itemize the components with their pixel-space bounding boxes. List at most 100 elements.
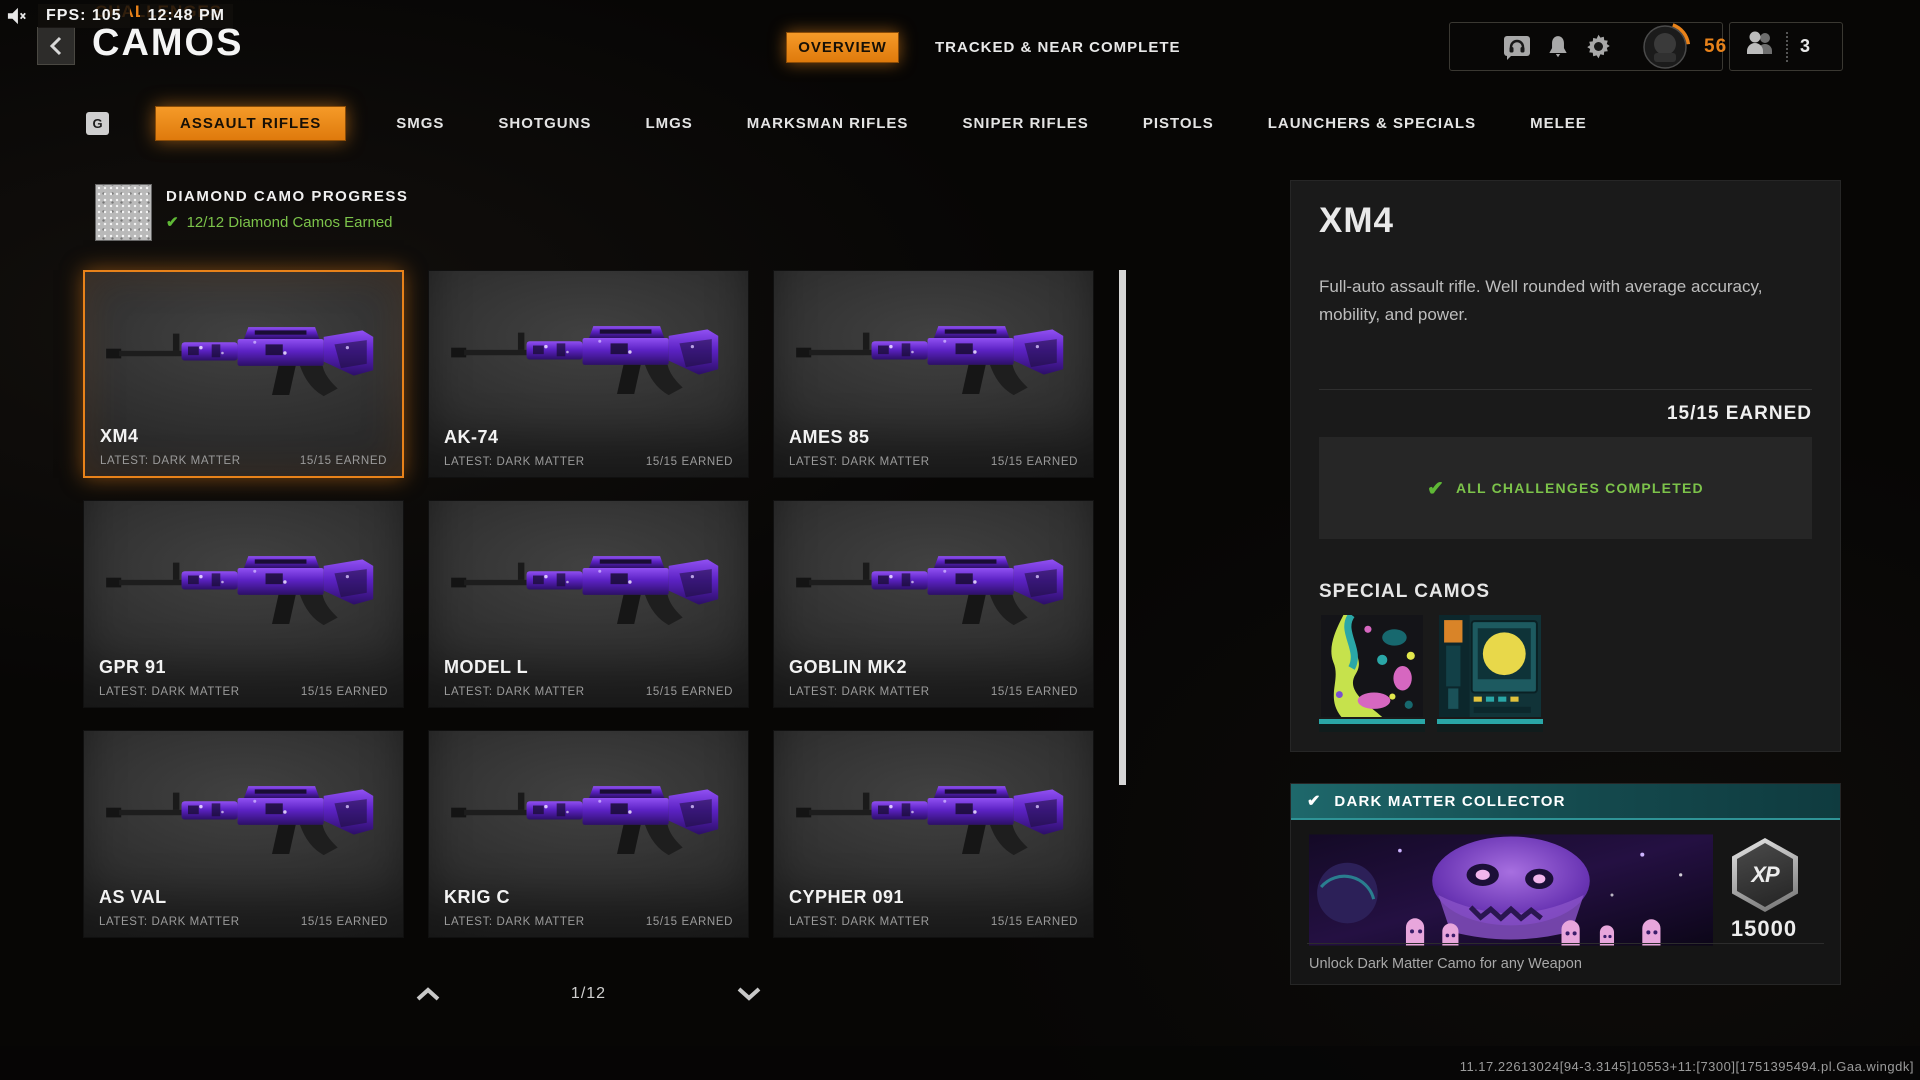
challenges-completed-banner: ✔ ALL CHALLENGES COMPLETED [1319, 437, 1812, 539]
weapon-image [450, 556, 718, 626]
earned-count: 15/15 EARNED [990, 916, 1078, 928]
latest-camo-label: LATEST: DARK MATTER [100, 455, 241, 467]
weapon-card-gpr91[interactable]: GPR 91 LATEST: DARK MATTER 15/15 EARNED [83, 500, 404, 708]
check-icon: ✔ [1307, 793, 1321, 810]
weapon-image [795, 326, 1063, 396]
back-chevron-icon [49, 36, 62, 56]
weapon-name: CYPHER 091 [789, 887, 905, 907]
camo-footer [1437, 724, 1543, 732]
dark-matter-collector-panel: ✔ DARK MATTER COLLECTOR XP 15000 Unlock … [1290, 783, 1841, 985]
weapon-card-xm4[interactable]: XM4 LATEST: DARK MATTER 15/15 EARNED [83, 270, 404, 478]
tab-smgs[interactable]: SMGS [392, 107, 448, 140]
camos-screen: FPS: 105 12:48 PM CHALLENGES CAMOS OVERV… [0, 0, 1920, 1080]
weapon-card-ames85[interactable]: AMES 85 LATEST: DARK MATTER 15/15 EARNED [773, 270, 1094, 478]
latest-camo-label: LATEST: DARK MATTER [99, 916, 240, 928]
grid-scrollbar[interactable] [1119, 270, 1126, 785]
weapon-name: AS VAL [99, 887, 167, 907]
tab-pistols[interactable]: PISTOLS [1139, 107, 1218, 140]
tab-shotguns[interactable]: SHOTGUNS [494, 107, 595, 140]
diamond-camo-progress: DIAMOND CAMO PROGRESS ✔ 12/12 Diamond Ca… [95, 184, 408, 241]
special-camo-psychedelic[interactable] [1319, 615, 1425, 732]
challenges-completed-label: ALL CHALLENGES COMPLETED [1455, 480, 1704, 496]
weapon-image [105, 786, 373, 856]
weapon-name: GOBLIN MK2 [789, 657, 908, 677]
weapon-name: GPR 91 [99, 657, 167, 677]
grid-pagination: 1/12 [83, 985, 1094, 1003]
weapon-image [795, 556, 1063, 626]
latest-camo-label: LATEST: DARK MATTER [99, 686, 240, 698]
xp-amount: 15000 [1730, 916, 1798, 941]
divider [1307, 943, 1824, 944]
camo-swatch-image [1439, 615, 1541, 717]
diamond-camo-thumbnail [95, 184, 152, 241]
player-level: 56 [1704, 35, 1728, 57]
camo-swatch-image [1321, 615, 1423, 717]
friends-icon [1744, 30, 1774, 63]
tab-tracked-near-complete[interactable]: TRACKED & NEAR COMPLETE [935, 39, 1181, 56]
settings-gear-icon[interactable] [1585, 33, 1612, 60]
muted-speaker-icon [7, 7, 26, 25]
weapon-card-modell[interactable]: MODEL L LATEST: DARK MATTER 15/15 EARNED [428, 500, 749, 708]
collector-header[interactable]: ✔ DARK MATTER COLLECTOR [1291, 784, 1840, 820]
divider [1786, 31, 1788, 62]
weapon-image [450, 326, 718, 396]
special-camos-title: SPECIAL CAMOS [1319, 581, 1491, 602]
weapon-card-krigc[interactable]: KRIG C LATEST: DARK MATTER 15/15 EARNED [428, 730, 749, 938]
weapon-image [450, 786, 718, 856]
fps-counter: FPS: 105 [38, 4, 130, 28]
check-icon: ✔ [1427, 477, 1444, 500]
tab-assault-rifles[interactable]: ASSAULT RIFLES [155, 106, 347, 141]
page-indicator: 1/12 [570, 985, 607, 1002]
tab-melee[interactable]: MELEE [1526, 107, 1591, 140]
party-widget[interactable]: 3 [1729, 22, 1843, 71]
check-icon: ✔ [166, 214, 179, 231]
latest-camo-label: LATEST: DARK MATTER [789, 686, 930, 698]
detail-weapon-name: XM4 [1319, 201, 1394, 240]
earned-count: 15/15 EARNED [300, 916, 388, 928]
tab-marksman-rifles[interactable]: MARKSMAN RIFLES [743, 107, 913, 140]
earned-count: 15/15 EARNED [990, 456, 1078, 468]
menu-grid-icon[interactable] [1462, 38, 1489, 55]
detail-earned-count: 15/15 EARNED [1666, 403, 1812, 424]
weapon-image [105, 556, 373, 626]
weapon-name: AK-74 [444, 427, 499, 447]
camo-footer [1319, 724, 1425, 732]
tab-sniper-rifles[interactable]: SNIPER RIFLES [958, 107, 1092, 140]
notifications-bell-icon[interactable] [1545, 34, 1571, 60]
earned-count: 15/15 EARNED [645, 686, 733, 698]
weapon-card-cypher091[interactable]: CYPHER 091 LATEST: DARK MATTER 15/15 EARN… [773, 730, 1094, 938]
weapon-card-goblinmk2[interactable]: GOBLIN MK2 LATEST: DARK MATTER 15/15 EARN… [773, 500, 1094, 708]
tab-overview[interactable]: OVERVIEW [786, 32, 899, 63]
party-count: 3 [1800, 36, 1811, 56]
weapon-name: AMES 85 [789, 427, 870, 447]
weapon-detail-panel: XM4 Full-auto assault rifle. Well rounde… [1290, 180, 1841, 752]
latest-camo-label: LATEST: DARK MATTER [444, 916, 585, 928]
header-icon-bar: 56 [1449, 21, 1726, 72]
latest-camo-label: LATEST: DARK MATTER [789, 456, 930, 468]
page-up-button[interactable] [415, 987, 441, 1001]
weapon-image [795, 786, 1063, 856]
xp-badge-icon: XP [1732, 838, 1798, 912]
page-down-button[interactable] [736, 987, 762, 1001]
divider [1319, 389, 1812, 390]
support-headset-icon[interactable] [1503, 34, 1531, 60]
progress-status: 12/12 Diamond Camos Earned [186, 213, 393, 231]
earned-count: 15/15 EARNED [645, 916, 733, 928]
tab-lmgs[interactable]: LMGS [641, 107, 696, 140]
weapon-card-asval[interactable]: AS VAL LATEST: DARK MATTER 15/15 EARNED [83, 730, 404, 938]
collector-description: Unlock Dark Matter Camo for any Weapon [1309, 956, 1582, 972]
tab-launchers-specials[interactable]: LAUNCHERS & SPECIALS [1264, 107, 1480, 140]
special-camo-crt[interactable] [1437, 615, 1543, 732]
weapon-name: MODEL L [444, 657, 529, 677]
detail-weapon-description: Full-auto assault rifle. Well rounded wi… [1319, 277, 1763, 325]
weapon-name: XM4 [100, 426, 139, 446]
latest-camo-label: LATEST: DARK MATTER [444, 686, 585, 698]
weapon-image [105, 327, 373, 397]
player-avatar[interactable] [1639, 21, 1691, 72]
back-button[interactable] [37, 27, 75, 65]
weapon-card-ak74[interactable]: AK-74 LATEST: DARK MATTER 15/15 EARNED [428, 270, 749, 478]
build-version: 11.17.22613024[94-3.3145]10553+11:[7300]… [1459, 1059, 1914, 1074]
earned-count: 15/15 EARNED [300, 686, 388, 698]
dark-matter-banner-image [1309, 834, 1713, 946]
weapon-class-tabs: G ASSAULT RIFLES SMGS SHOTGUNS LMGS MARK… [86, 106, 1591, 141]
